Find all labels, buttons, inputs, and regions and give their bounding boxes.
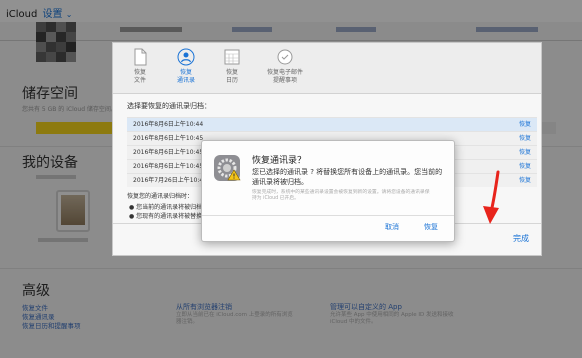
settings-warning-icon bbox=[214, 155, 241, 181]
tab-restore-files[interactable]: 恢复 文件 bbox=[117, 47, 163, 85]
restore-link[interactable]: 恢复 bbox=[519, 174, 531, 187]
tab-restore-reminders[interactable]: 恢复电子邮件 提醒事项 bbox=[257, 47, 313, 85]
archive-date: 2016年8月6日上午10:45 bbox=[133, 149, 204, 156]
tab-restore-calendars[interactable]: 恢复 日历 bbox=[209, 47, 255, 85]
tab-label: 恢复电子邮件 提醒事项 bbox=[266, 69, 303, 84]
info-bullet: ● 您当前的通讯录将被归档 bbox=[129, 204, 203, 211]
archive-date: 2016年7月26日上午10:45 bbox=[133, 177, 208, 184]
document-icon bbox=[134, 48, 147, 66]
archive-date: 2016年8月6日上午10:44 bbox=[133, 121, 204, 128]
info-bullet: ● 您现有的通讯录将被替换 bbox=[129, 213, 203, 220]
restore-link[interactable]: 恢复 bbox=[519, 118, 531, 131]
dialog-note: 恢复完成时，系统中的某些通讯录设置会被恢复到新的设置。请将您设备的通讯录保持为 … bbox=[252, 190, 430, 201]
list-item[interactable]: 2016年8月6日上午10:44 恢复 bbox=[127, 117, 537, 131]
restore-link[interactable]: 恢复 bbox=[519, 132, 531, 145]
restore-link[interactable]: 恢复 bbox=[519, 160, 531, 173]
tab-restore-contacts[interactable]: 恢复 通讯录 bbox=[163, 43, 209, 93]
archive-date: 2016年8月6日上午10:45 bbox=[133, 163, 204, 170]
annotation-arrow-icon bbox=[483, 170, 500, 224]
bullet-text: 您当前的通讯录将被归档 bbox=[136, 204, 203, 211]
calendar-icon bbox=[224, 49, 240, 65]
info-heading: 恢复您的通讯录归档时： bbox=[127, 193, 194, 200]
cancel-button[interactable]: 取消 bbox=[385, 222, 399, 232]
reminders-icon bbox=[277, 49, 293, 65]
tab-label: 恢复 日历 bbox=[225, 69, 238, 84]
tab-label: 恢复 通讯录 bbox=[176, 69, 195, 84]
done-button[interactable]: 完成 bbox=[513, 233, 529, 244]
contacts-icon bbox=[177, 48, 195, 66]
restore-button[interactable]: 恢复 bbox=[424, 222, 438, 232]
panel-heading: 选择要恢复的通讯录归档： bbox=[127, 102, 211, 110]
restore-confirm-dialog: 恢复通讯录？ 您已选择的通讯录 ? 将替换您所有设备上的通讯录。您当前的通讯录将… bbox=[201, 140, 455, 242]
tab-bar: 恢复 文件 恢复 通讯录 恢复 日历 恢复电子邮件 提醒事项 bbox=[113, 43, 541, 94]
dialog-message: 您已选择的通讯录 ? 将替换您所有设备上的通讯录。您当前的通讯录将被归档。 bbox=[252, 168, 443, 186]
dialog-title: 恢复通讯录？ bbox=[252, 156, 307, 166]
divider bbox=[202, 215, 454, 216]
archive-date: 2016年8月6日上午10:45 bbox=[133, 135, 204, 142]
restore-link[interactable]: 恢复 bbox=[519, 146, 531, 159]
bullet-text: 您现有的通讯录将被替换 bbox=[136, 213, 203, 220]
tab-label: 恢复 文件 bbox=[133, 69, 146, 84]
